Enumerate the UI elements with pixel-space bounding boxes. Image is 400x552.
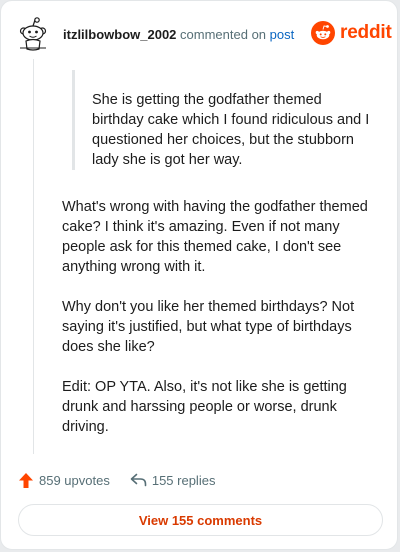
quote-text: She is getting the godfather themed birt…	[92, 92, 370, 168]
comment-paragraph: Edit: OP YTA. Also, it's not like she is…	[62, 379, 347, 435]
reply-arrow-icon[interactable]	[130, 473, 147, 487]
quote-block: She is getting the godfather themed birt…	[72, 70, 372, 170]
upvote-arrow-icon[interactable]	[18, 472, 34, 489]
reddit-logo[interactable]: reddit	[311, 21, 392, 45]
replies-count: 155 replies	[151, 472, 216, 488]
thread-line	[33, 59, 34, 454]
comment-stats: 859 upvotes 155 replies	[18, 469, 215, 491]
upvotes-count: 859 upvotes	[39, 472, 110, 488]
comment-paragraph: Why don't you like her themed birthdays?…	[62, 299, 355, 355]
view-comments-button[interactable]: View 155 comments	[18, 504, 383, 536]
replies-stat[interactable]: 155 replies	[130, 472, 216, 488]
snoo-avatar-icon[interactable]	[18, 17, 48, 51]
comment-body: What's wrong with having the godfather t…	[62, 197, 372, 457]
reddit-snoo-icon	[311, 21, 335, 45]
comment-header: itzlilbowbow_2002 commented on post	[63, 27, 294, 43]
reddit-wordmark: reddit	[340, 22, 392, 43]
comment-card: itzlilbowbow_2002 commented on post redd…	[0, 0, 398, 550]
post-link[interactable]: post	[270, 27, 295, 42]
upvotes-stat[interactable]: 859 upvotes	[18, 472, 110, 489]
comment-paragraph: What's wrong with having the godfather t…	[62, 199, 368, 275]
username[interactable]: itzlilbowbow_2002	[63, 27, 176, 42]
action-text: commented on	[180, 27, 267, 42]
